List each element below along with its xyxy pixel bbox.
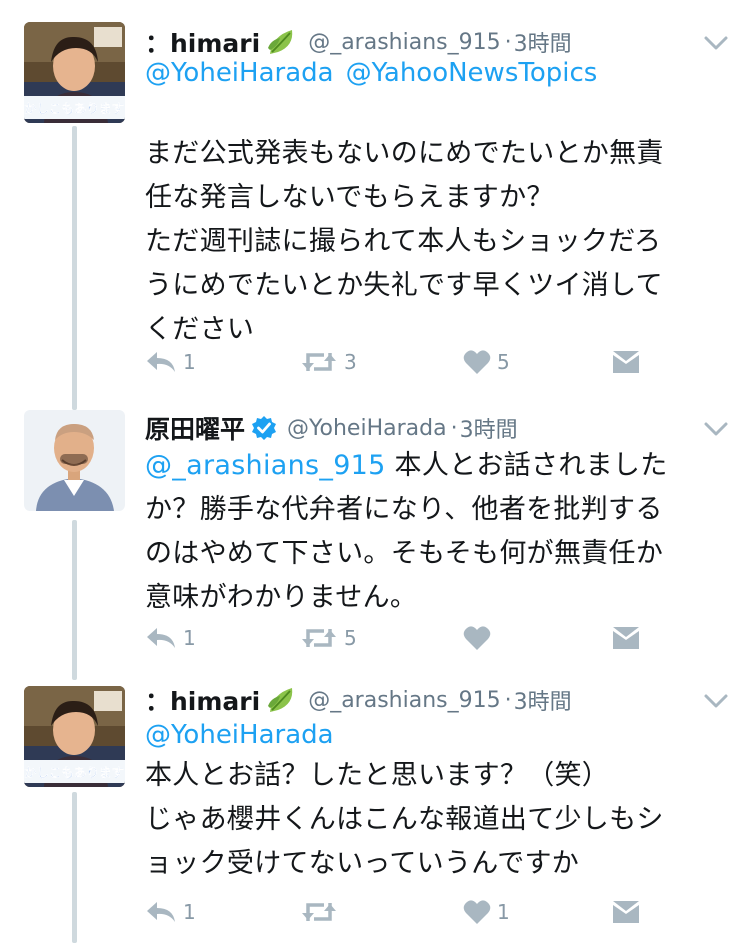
text-line: ただ週刊誌に撮られて本人もショックだろ [145,226,662,257]
timestamp[interactable]: 3時間 [514,26,572,58]
tweet-text: @_arashians_915 本人とお話されました か？勝手な代弁者になり、他… [145,444,725,620]
retweet-count: 5 [344,626,357,650]
avatar[interactable] [24,410,125,511]
mention-link[interactable]: @YoheiHarada [145,58,334,88]
like-count: 1 [497,900,510,924]
timestamp[interactable]: 3時間 [460,412,518,444]
leaf-emoji-icon [266,684,298,716]
separator-dot: · [504,687,512,713]
like-button[interactable] [463,618,497,658]
text-line: じゃあ櫻井くんはこんな報道出て少しもシ [145,804,664,835]
tweet-header: 原田曜平 @YoheiHarada · 3時間 [145,408,518,448]
tweet-2[interactable]: 原田曜平 @YoheiHarada · 3時間 @_arashians_915 … [0,410,749,680]
avatar[interactable]: かしこもあります [24,686,125,787]
heart-icon [463,900,491,924]
separator-dot: · [450,415,458,441]
reply-count: 1 [183,350,196,374]
timestamp[interactable]: 3時間 [514,684,572,716]
retweet-icon [302,903,336,921]
avatar-caption: かしこもあります [24,101,124,116]
text-line: うにめでたいとか失礼です早くツイ消して [145,270,663,301]
separator-dot: · [504,29,512,55]
retweet-button[interactable] [300,892,344,932]
heart-icon [463,626,491,650]
verified-badge-icon [251,415,277,441]
envelope-icon [613,901,639,923]
heart-icon [463,350,491,374]
retweet-icon [302,629,336,647]
chevron-down-icon[interactable] [703,34,729,52]
handle[interactable]: @YoheiHarada [287,416,447,441]
tweet-actions: 1 1 [145,892,665,932]
reply-count: 1 [183,900,196,924]
text-line: 任な発言しないでもらえますか？ [145,182,554,213]
tweet-header: ：himari @_arashians_915 · 3時間 [145,680,572,720]
reply-button[interactable]: 1 [145,342,196,382]
mention-link[interactable]: @_arashians_915 [145,450,386,481]
display-name[interactable]: ：himari [145,682,260,718]
leaf-emoji-icon [266,26,298,58]
tweet-text: 本人とお話？したと思います？（笑） じゃあ櫻井くんはこんな報道出て少しもシ ョッ… [145,754,725,886]
display-name[interactable]: ：himari [145,24,260,60]
text-line: ョック受けてないっていうんですか [145,848,580,879]
reply-count: 1 [183,626,196,650]
reply-mentions: @YoheiHarada @YahooNewsTopics [145,58,597,88]
reply-button[interactable]: 1 [145,618,196,658]
tweet-actions: 1 3 5 [145,342,665,382]
text-line: か？勝手な代弁者になり、他者を批判する [145,494,663,525]
like-count: 5 [497,350,510,374]
retweet-button[interactable]: 5 [300,618,357,658]
handle[interactable]: @_arashians_915 [308,30,500,55]
tweet-1[interactable]: かしこもあります ：himari @_arashians_915 · 3時間 @… [0,22,749,392]
text-line: 本人とお話？したと思います？（笑） [145,760,610,791]
text-line: のはやめて下さい。そもそも何が無責任か [145,538,664,569]
dm-button[interactable] [611,342,641,382]
mention-link[interactable]: @YahooNewsTopics [346,58,598,88]
tweet-3[interactable]: かしこもあります ：himari @_arashians_915 · 3時間 @… [0,686,749,943]
handle[interactable]: @_arashians_915 [308,688,500,713]
retweet-button[interactable]: 3 [300,342,357,382]
dm-button[interactable] [611,618,641,658]
mention-link[interactable]: @YoheiHarada [145,720,334,750]
tweet-actions: 1 5 [145,618,665,658]
chevron-down-icon[interactable] [703,420,729,438]
envelope-icon [613,627,639,649]
tweet-text: まだ公式発表もないのにめでたいとか無責 任な発言しないでもらえますか？ ただ週刊… [145,132,725,352]
like-button[interactable]: 5 [463,342,510,382]
reply-icon [147,902,175,922]
chevron-down-icon[interactable] [703,692,729,710]
dm-button[interactable] [611,892,641,932]
text-fragment: 本人とお話されました [385,450,668,481]
retweet-count: 3 [344,350,357,374]
reply-button[interactable]: 1 [145,892,196,932]
reply-mentions: @YoheiHarada [145,720,334,750]
text-line: まだ公式発表もないのにめでたいとか無責 [145,138,664,169]
text-line: 意味がわかりません。 [145,582,418,613]
avatar-caption: かしこもあります [24,765,124,780]
tweet-header: ：himari @_arashians_915 · 3時間 [145,22,572,62]
retweet-icon [302,353,336,371]
envelope-icon [613,351,639,373]
reply-icon [147,628,175,648]
like-button[interactable]: 1 [463,892,510,932]
avatar[interactable]: かしこもあります [24,22,125,123]
text-line: @_arashians_915 本人とお話されました [145,444,725,488]
reply-icon [147,352,175,372]
display-name[interactable]: 原田曜平 [145,410,245,446]
